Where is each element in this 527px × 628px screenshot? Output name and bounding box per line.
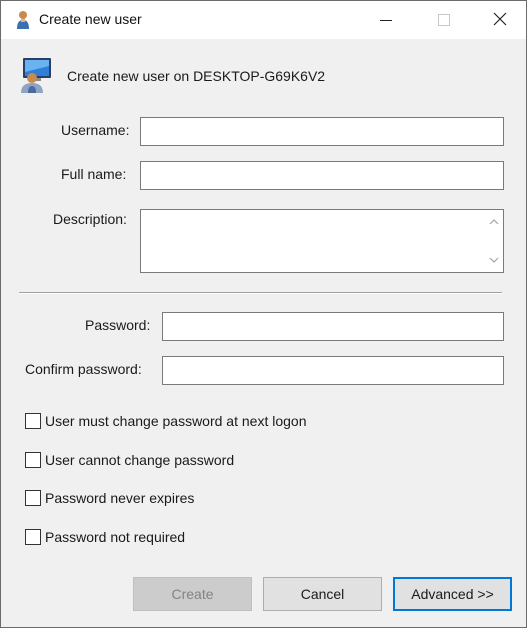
option-label: Password not required xyxy=(45,529,186,545)
checkbox[interactable] xyxy=(25,413,41,429)
option-label: User cannot change password xyxy=(45,452,235,468)
description-field[interactable] xyxy=(140,209,504,273)
scroll-up-icon[interactable] xyxy=(485,213,503,231)
option-label: User must change password at next logon xyxy=(45,413,307,429)
close-icon xyxy=(493,12,507,29)
confirm-password-input[interactable] xyxy=(162,356,504,385)
close-button[interactable] xyxy=(471,1,527,39)
create-user-dialog: Create new user Create new user on DESKT… xyxy=(0,0,527,628)
option-label: Password never expires xyxy=(45,490,195,506)
description-input[interactable] xyxy=(141,210,485,272)
maximize-icon xyxy=(438,14,450,26)
confirm-password-label: Confirm password: xyxy=(25,361,142,377)
checkbox[interactable] xyxy=(25,452,41,468)
checkbox[interactable] xyxy=(25,490,41,506)
description-scrollbar[interactable] xyxy=(485,210,503,272)
title-bar[interactable]: Create new user xyxy=(1,1,526,39)
advanced-button[interactable]: Advanced >> xyxy=(393,577,512,611)
cancel-button[interactable]: Cancel xyxy=(263,577,382,611)
option-cannot-change-password[interactable]: User cannot change password xyxy=(25,451,234,469)
description-label: Description: xyxy=(53,211,127,227)
section-divider xyxy=(19,292,502,294)
option-password-never-expires[interactable]: Password never expires xyxy=(25,489,194,507)
computer-user-icon xyxy=(19,56,57,94)
password-input[interactable] xyxy=(162,312,504,341)
fullname-label: Full name: xyxy=(61,166,127,182)
window-title: Create new user xyxy=(39,11,142,27)
scroll-down-icon[interactable] xyxy=(485,251,503,269)
minimize-button[interactable] xyxy=(357,1,415,39)
fullname-input[interactable] xyxy=(140,161,504,190)
dialog-heading: Create new user on DESKTOP-G69K6V2 xyxy=(67,68,326,84)
maximize-button xyxy=(415,1,473,39)
option-must-change-password[interactable]: User must change password at next logon xyxy=(25,412,306,430)
create-button: Create xyxy=(133,577,252,611)
checkbox[interactable] xyxy=(25,529,41,545)
password-label: Password: xyxy=(85,317,151,333)
minimize-icon xyxy=(380,19,392,21)
username-label: Username: xyxy=(61,122,130,138)
user-icon xyxy=(13,9,33,31)
username-input[interactable] xyxy=(140,117,504,146)
option-password-not-required[interactable]: Password not required xyxy=(25,528,185,546)
